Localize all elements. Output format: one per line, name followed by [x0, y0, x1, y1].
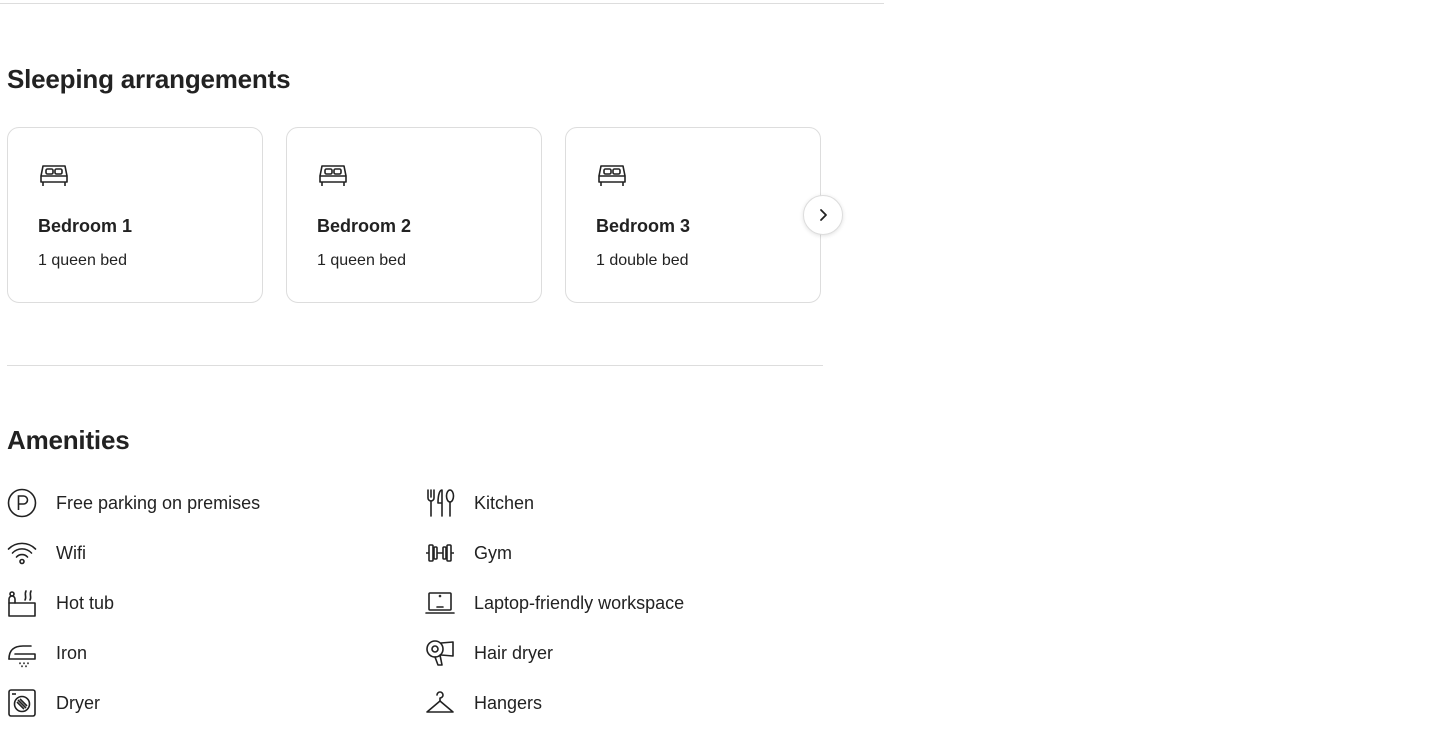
hot-tub-icon	[7, 588, 37, 618]
laptop-icon	[425, 588, 455, 618]
amenity-item: Wifi	[7, 537, 86, 569]
wifi-icon	[7, 538, 37, 568]
sleeping-arrangements-carousel: Bedroom 1 1 queen bed Bedroom 2 1 queen …	[7, 127, 823, 305]
amenity-label: Free parking on premises	[56, 492, 261, 513]
amenity-label: Gym	[474, 542, 512, 563]
amenity-label: Kitchen	[474, 492, 535, 513]
dryer-icon	[7, 688, 37, 718]
top-divider	[0, 3, 884, 4]
amenity-item: Hair dryer	[425, 637, 553, 669]
bedroom-name: Bedroom 3	[596, 216, 691, 236]
amenity-label: Laptop-friendly workspace	[474, 592, 685, 613]
bedroom-card[interactable]: Bedroom 1 1 queen bed	[7, 127, 263, 303]
amenity-item: Laptop-friendly workspace	[425, 587, 684, 619]
amenity-label: Wifi	[56, 542, 86, 563]
carousel-next-button[interactable]	[803, 195, 843, 235]
amenity-item: Kitchen	[425, 487, 534, 519]
bedroom-name: Bedroom 1	[38, 216, 133, 236]
bed-icon	[596, 158, 628, 190]
amenity-item: Free parking on premises	[7, 487, 260, 519]
amenity-item: Dryer	[7, 687, 100, 719]
amenity-label: Hangers	[474, 692, 543, 713]
hair-dryer-icon	[425, 638, 455, 668]
iron-icon	[7, 638, 37, 668]
amenity-item: Gym	[425, 537, 512, 569]
kitchen-icon	[425, 488, 455, 518]
gym-icon	[425, 538, 455, 568]
bedroom-beds: 1 queen bed	[317, 252, 406, 269]
amenity-label: Hair dryer	[474, 642, 554, 663]
hanger-icon	[425, 688, 455, 718]
amenity-label: Dryer	[56, 692, 100, 713]
amenity-label: Hot tub	[56, 592, 115, 613]
bedroom-beds: 1 double bed	[596, 252, 689, 269]
bedroom-beds: 1 queen bed	[38, 252, 127, 269]
amenity-item: Hot tub	[7, 587, 114, 619]
bedroom-card[interactable]: Bedroom 3 1 double bed	[565, 127, 821, 303]
bed-icon	[38, 158, 70, 190]
amenity-item: Hangers	[425, 687, 542, 719]
bedroom-card[interactable]: Bedroom 2 1 queen bed	[286, 127, 542, 303]
section-divider	[7, 365, 823, 366]
bedroom-name: Bedroom 2	[317, 216, 412, 236]
amenity-item: Iron	[7, 637, 87, 669]
chevron-right-icon	[817, 208, 829, 222]
amenity-label: Iron	[56, 642, 88, 663]
sleeping-arrangements-title: Sleeping arrangements	[7, 64, 291, 94]
bed-icon	[317, 158, 349, 190]
amenities-title: Amenities	[7, 425, 130, 455]
parking-icon	[7, 488, 37, 518]
